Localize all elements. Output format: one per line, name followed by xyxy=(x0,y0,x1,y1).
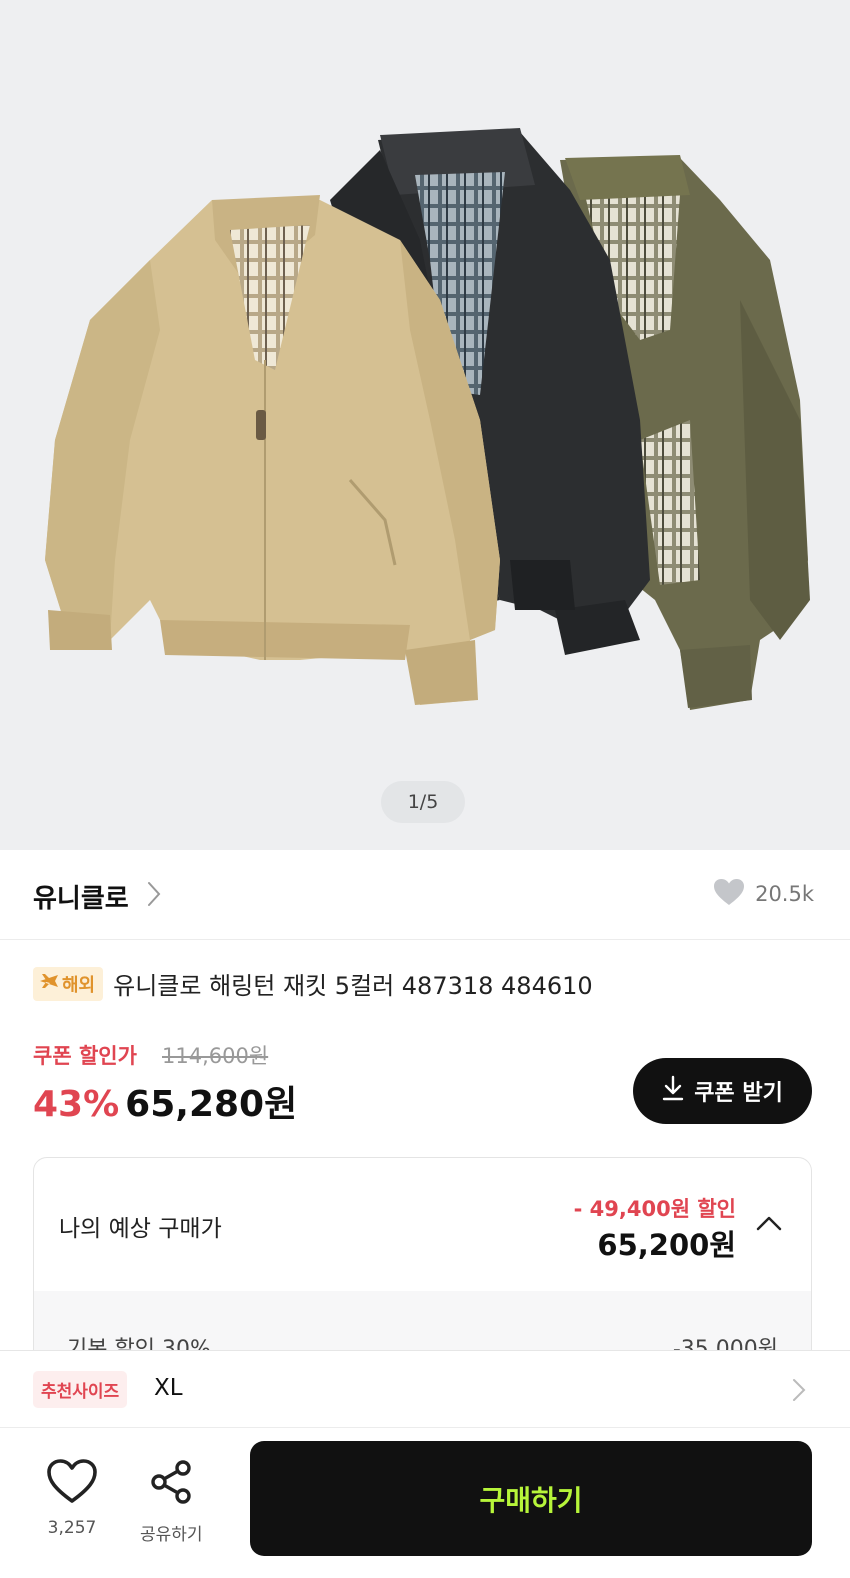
coupon-price-label: 쿠폰 할인가 xyxy=(33,1044,137,1068)
product-image xyxy=(45,128,810,710)
price-row: 43% 65,280원 xyxy=(33,1075,297,1127)
overseas-badge-label: 해외 xyxy=(62,974,96,996)
share-icon xyxy=(147,1458,195,1510)
estimated-price: 65,200원 xyxy=(597,1228,736,1262)
product-title: 유니클로 해링턴 재킷 5컬러 487318 484610 xyxy=(113,972,593,1000)
estimated-saving: - 49,400원 할인 xyxy=(573,1197,736,1221)
get-coupon-label: 쿠폰 받기 xyxy=(694,1081,783,1106)
estimated-price-label: 나의 예상 구매가 xyxy=(59,1216,222,1242)
airplane-icon xyxy=(39,972,59,995)
product-title-row: 해외 유니클로 해링턴 재킷 5컬러 487318 484610 xyxy=(33,966,593,1001)
bottom-action-bar: 3,257 공유하기 구매하기 xyxy=(0,1428,850,1578)
recommended-size-tag: 추천사이즈 xyxy=(33,1371,128,1408)
discount-rate: 43% xyxy=(33,1084,120,1125)
product-image-gallery[interactable]: 1/5 xyxy=(0,0,850,850)
heart-filled-icon xyxy=(713,878,745,910)
heart-outline-icon xyxy=(46,1458,98,1508)
brand-name-link[interactable]: 유니클로 xyxy=(33,878,129,915)
get-coupon-button[interactable]: 쿠폰 받기 xyxy=(633,1058,812,1124)
chevron-right-icon xyxy=(792,1378,806,1406)
share-label: 공유하기 xyxy=(140,1525,203,1545)
brand-like-count: 20.5k xyxy=(755,882,814,906)
buy-button[interactable]: 구매하기 xyxy=(250,1441,812,1556)
image-pager: 1/5 xyxy=(381,781,465,823)
brand-like-button[interactable]: 20.5k xyxy=(713,878,814,910)
wishlist-count: 3,257 xyxy=(47,1518,97,1538)
brand-row: 유니클로 20.5k xyxy=(0,850,850,940)
recommended-size-bar[interactable]: 추천사이즈 XL xyxy=(0,1350,850,1428)
wishlist-button[interactable]: 3,257 xyxy=(46,1458,98,1538)
chevron-right-icon[interactable] xyxy=(146,880,162,912)
download-icon xyxy=(662,1075,684,1107)
original-price: 114,600원 xyxy=(162,1044,269,1068)
chevron-up-icon[interactable] xyxy=(755,1214,783,1236)
final-price: 65,280원 xyxy=(125,1084,298,1125)
share-button[interactable]: 공유하기 xyxy=(140,1458,203,1545)
recommended-size-value: XL xyxy=(154,1375,183,1401)
overseas-badge: 해외 xyxy=(33,966,104,1001)
